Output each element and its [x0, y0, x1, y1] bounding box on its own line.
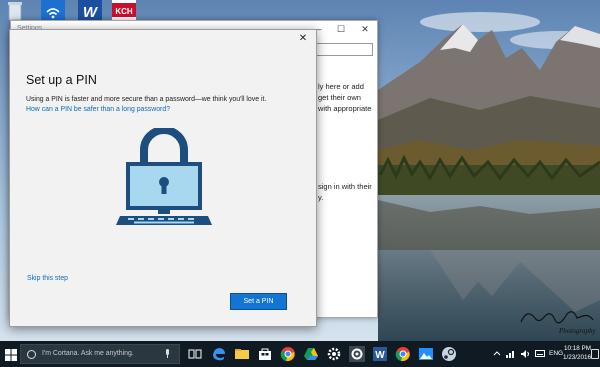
chrome-icon-2[interactable] — [395, 346, 411, 362]
gear-icon[interactable] — [326, 346, 342, 362]
kch-label: KCH — [115, 7, 133, 16]
settings-text-line: ly here or add — [318, 82, 364, 91]
chevron-up-icon[interactable] — [493, 350, 501, 358]
photographer-signature: Photography — [517, 306, 597, 338]
dialog-description: Using a PIN is faster and more secure th… — [26, 96, 267, 103]
kch-app-icon[interactable]: KCH — [112, 0, 136, 22]
clock-date: 1/23/2016 — [562, 354, 591, 361]
set-a-pin-button[interactable]: Set a PIN — [230, 293, 287, 310]
keyboard-icon[interactable] — [535, 350, 545, 359]
settings-search-input[interactable] — [311, 43, 373, 56]
task-view-icon[interactable] — [187, 346, 203, 362]
network-icon[interactable] — [506, 350, 516, 360]
cortana-icon — [27, 350, 36, 359]
notification-icon[interactable] — [591, 349, 599, 359]
edge-icon[interactable] — [211, 346, 227, 362]
file-explorer-icon[interactable] — [234, 346, 250, 362]
w-app-icon[interactable]: W — [78, 0, 102, 22]
start-button[interactable] — [5, 348, 17, 361]
settings-app-icon[interactable] — [349, 346, 365, 362]
dialog-title: Set up a PIN — [26, 73, 97, 87]
word-icon[interactable]: W — [372, 346, 388, 362]
clock[interactable]: 10:18 PM 1/23/2016 — [561, 344, 591, 362]
set-up-pin-dialog: ✕ Set up a PIN Using a PIN is faster and… — [9, 29, 317, 327]
recycle-bin-icon[interactable] — [3, 0, 27, 22]
search-placeholder: I'm Cortana. Ask me anything. — [42, 350, 134, 357]
clock-time: 10:18 PM — [564, 345, 591, 352]
pin-safer-link[interactable]: How can a PIN be safer than a long passw… — [26, 106, 170, 113]
cortana-search-box[interactable]: I'm Cortana. Ask me anything. — [20, 344, 180, 364]
close-dialog-button[interactable]: ✕ — [296, 32, 310, 46]
store-icon[interactable] — [257, 346, 273, 362]
lock-computer-illustration — [114, 126, 214, 232]
taskbar: I'm Cortana. Ask me anything. W ENG 10:1… — [0, 341, 600, 367]
svg-text:W: W — [375, 350, 385, 361]
volume-icon[interactable] — [521, 350, 531, 360]
steam-icon[interactable] — [441, 346, 457, 362]
wifi-app-icon[interactable] — [41, 0, 65, 22]
photos-icon[interactable] — [418, 346, 434, 362]
google-drive-icon[interactable] — [303, 346, 319, 362]
microphone-icon[interactable] — [165, 349, 170, 359]
settings-text-line: with appropriate — [318, 104, 372, 113]
skip-this-step-link[interactable]: Skip this step — [27, 275, 68, 282]
windows-logo-icon — [5, 349, 17, 361]
maximize-button[interactable]: ☐ — [329, 21, 353, 37]
settings-text-line: y. — [318, 193, 324, 202]
settings-text-line: sign in with their — [318, 182, 372, 191]
svg-text:W: W — [83, 4, 99, 21]
signature-text: Photography — [558, 327, 596, 335]
close-window-button[interactable]: ✕ — [353, 21, 377, 37]
settings-text-line: get their own — [318, 93, 361, 102]
chrome-icon[interactable] — [280, 346, 296, 362]
